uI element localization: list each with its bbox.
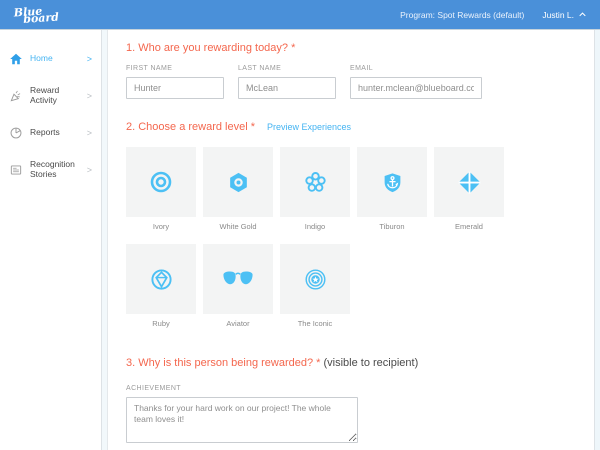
- sidebar-items: Home>Reward Activity>Reports>Recognition…: [0, 40, 101, 188]
- section3-title-text: 3. Why is this person being rewarded? *: [126, 357, 320, 369]
- reward-level-row2: Ruby Aviator The Iconic: [126, 244, 594, 328]
- achievement-textarea[interactable]: Thanks for your hard work on our project…: [126, 397, 358, 443]
- logo-text-line2: board: [23, 13, 59, 22]
- sidebar-item-label: Reports: [30, 128, 87, 137]
- reward-tile-label: Ivory: [126, 222, 196, 231]
- program-selector[interactable]: Program: Spot Rewards (default): [400, 10, 524, 20]
- reward-tile-box[interactable]: [126, 147, 196, 217]
- reward-level-row1: Ivory White Gold Indigo Tiburon Emerald: [126, 147, 594, 231]
- recognition-stories-icon: [9, 162, 24, 177]
- reward-level-indigo[interactable]: Indigo: [280, 147, 350, 231]
- main-content: 1. Who are you rewarding today? * FIRST …: [107, 30, 595, 450]
- last-name-input[interactable]: [238, 77, 336, 99]
- field-first-name: FIRST NAME: [126, 65, 224, 99]
- visible-to-recipient-note: (visible to recipient): [324, 357, 419, 369]
- the-iconic-icon: [304, 268, 327, 291]
- recipient-fields: FIRST NAME LAST NAME EMAIL: [126, 65, 594, 99]
- reward-tile-box[interactable]: [357, 147, 427, 217]
- top-header: Blue board Program: Spot Rewards (defaul…: [0, 0, 600, 30]
- reward-level-white-gold[interactable]: White Gold: [203, 147, 273, 231]
- header-right: Program: Spot Rewards (default) Justin L…: [400, 10, 586, 20]
- sidebar-item-reward-activity[interactable]: Reward Activity>: [0, 77, 101, 114]
- sidebar-item-label: Recognition Stories: [30, 160, 87, 179]
- home-icon: [9, 51, 24, 66]
- scrollbar[interactable]: [595, 30, 600, 450]
- user-menu[interactable]: Justin L.: [542, 10, 586, 20]
- section2-title: 2. Choose a reward level *: [126, 121, 255, 133]
- reward-level-the-iconic[interactable]: The Iconic: [280, 244, 350, 328]
- sidebar: Home>Reward Activity>Reports>Recognition…: [0, 30, 102, 450]
- chevron-right-icon: >: [87, 165, 92, 175]
- white-gold-icon: [227, 171, 250, 194]
- reward-tile-label: Emerald: [434, 222, 504, 231]
- reward-tile-box[interactable]: [203, 147, 273, 217]
- emerald-icon: [457, 170, 482, 195]
- reward-level-tiburon[interactable]: Tiburon: [357, 147, 427, 231]
- reward-tile-label: The Iconic: [280, 319, 350, 328]
- reward-level-ruby[interactable]: Ruby: [126, 244, 196, 328]
- field-label: EMAIL: [350, 65, 482, 72]
- field-email: EMAIL: [350, 65, 482, 99]
- tiburon-icon: [382, 172, 403, 193]
- chevron-up-icon: [579, 12, 586, 17]
- reward-tile-box[interactable]: [126, 244, 196, 314]
- reward-tile-box[interactable]: [280, 244, 350, 314]
- reward-tile-box[interactable]: [434, 147, 504, 217]
- aviator-icon: [222, 270, 254, 289]
- sidebar-item-recognition-stories[interactable]: Recognition Stories>: [0, 151, 101, 188]
- section3-title: 3. Why is this person being rewarded? * …: [126, 357, 594, 369]
- field-label: LAST NAME: [238, 65, 336, 72]
- field-last-name: LAST NAME: [238, 65, 336, 99]
- field-label: FIRST NAME: [126, 65, 224, 72]
- ruby-icon: [150, 268, 173, 291]
- body-row: Home>Reward Activity>Reports>Recognition…: [0, 30, 600, 450]
- blueboard-logo[interactable]: Blue board: [14, 6, 60, 23]
- reward-tile-label: Ruby: [126, 319, 196, 328]
- reward-tile-label: Aviator: [203, 319, 273, 328]
- reports-icon: [9, 125, 24, 140]
- reward-tile-label: Indigo: [280, 222, 350, 231]
- email-input[interactable]: [350, 77, 482, 99]
- section2-header: 2. Choose a reward level * Preview Exper…: [126, 121, 594, 133]
- preview-experiences-link[interactable]: Preview Experiences: [267, 122, 351, 132]
- sidebar-item-label: Reward Activity: [30, 86, 87, 105]
- sidebar-item-home[interactable]: Home>: [0, 40, 101, 77]
- section1-title: 1. Who are you rewarding today? *: [126, 42, 594, 54]
- reward-level-aviator[interactable]: Aviator: [203, 244, 273, 328]
- user-name: Justin L.: [542, 10, 574, 20]
- app-window: Blue board Program: Spot Rewards (defaul…: [0, 0, 600, 450]
- reward-activity-icon: [9, 88, 24, 103]
- reward-tile-box[interactable]: [280, 147, 350, 217]
- sidebar-item-reports[interactable]: Reports>: [0, 114, 101, 151]
- chevron-right-icon: >: [87, 91, 92, 101]
- chevron-right-icon: >: [87, 128, 92, 138]
- reward-tile-label: White Gold: [203, 222, 273, 231]
- chevron-right-icon: >: [87, 54, 92, 64]
- reward-level-emerald[interactable]: Emerald: [434, 147, 504, 231]
- achievement-label: ACHIEVEMENT: [126, 385, 594, 392]
- first-name-input[interactable]: [126, 77, 224, 99]
- sidebar-item-label: Home: [30, 54, 87, 63]
- reward-tile-label: Tiburon: [357, 222, 427, 231]
- ivory-icon: [149, 170, 173, 194]
- reward-level-ivory[interactable]: Ivory: [126, 147, 196, 231]
- reward-tile-box[interactable]: [203, 244, 273, 314]
- indigo-icon: [304, 171, 327, 194]
